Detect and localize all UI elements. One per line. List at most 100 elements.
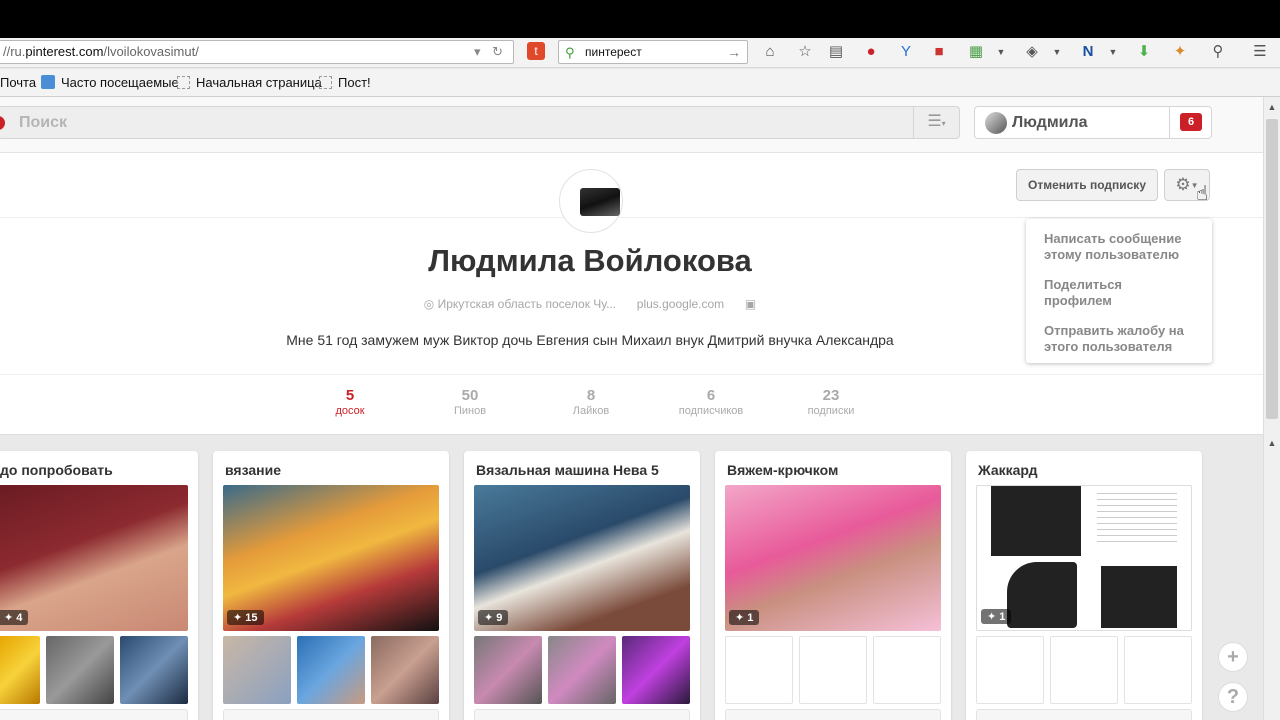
pinterest-logo-icon[interactable] — [0, 116, 5, 130]
board-follow-button[interactable] — [223, 709, 439, 720]
scroll-up-icon[interactable]: ▲ — [1264, 99, 1280, 115]
board-thumbnail[interactable] — [297, 636, 365, 704]
pin-count: ✦ 15 — [227, 610, 264, 625]
unfollow-button[interactable]: Отменить подписку — [1016, 169, 1158, 201]
chart-pattern — [1101, 566, 1177, 628]
stat-followers[interactable]: 6 подписчиков — [666, 387, 756, 417]
hand-cursor-icon: ☝ — [1196, 183, 1209, 205]
board-title: Вязальная машина Нева 5 — [476, 462, 659, 478]
board-thumbnail[interactable] — [0, 636, 40, 704]
board-title: Вяжем-крючком — [727, 462, 839, 478]
board-follow-button[interactable] — [0, 709, 188, 720]
pocket-icon[interactable]: ◈ — [1022, 42, 1042, 62]
bookmark-start-page[interactable]: Начальная страница — [177, 69, 322, 97]
pin-icon: ✦ — [484, 612, 494, 624]
stat-likes[interactable]: 8 Лайков — [546, 387, 636, 417]
stat-number: 5 — [345, 387, 355, 404]
bookmark-post[interactable]: Пост! — [319, 69, 371, 97]
search-icon[interactable]: ⚲ — [1208, 42, 1228, 62]
board-card[interactable]: Вязальная машина Нева 5 ✦ 9 — [464, 451, 700, 720]
menu-item-report[interactable]: Отправить жалобу на этого пользователя — [1044, 323, 1204, 355]
pinterest-icon[interactable]: ● — [861, 42, 881, 62]
bookmark-star-icon[interactable]: ☆ — [795, 42, 815, 62]
board-thumbnail-empty — [725, 636, 793, 704]
chart-pattern — [991, 486, 1081, 556]
notifications-badge: 6 — [1180, 113, 1202, 131]
menu-item-message[interactable]: Написать сообщение этому пользователю — [1044, 231, 1204, 263]
help-icon[interactable]: ? — [1218, 682, 1248, 712]
notifications-button[interactable]: 6 — [1169, 107, 1211, 138]
categories-menu-icon[interactable]: ☰▾ — [913, 107, 959, 138]
board-thumbnail[interactable] — [622, 636, 690, 704]
board-thumbnail-empty — [799, 636, 867, 704]
profile-website-link[interactable]: plus.google.com — [637, 297, 724, 311]
board-follow-button[interactable] — [976, 709, 1192, 720]
stat-pins[interactable]: 50 Пинов — [425, 387, 515, 417]
home-icon[interactable]: ⌂ — [760, 42, 780, 62]
extension-paw-icon[interactable]: ✦ — [1170, 42, 1190, 62]
board-thumbnail[interactable] — [120, 636, 188, 704]
chevron-down-icon[interactable]: ▼ — [1051, 42, 1063, 62]
board-thumbnail-empty — [976, 636, 1044, 704]
stat-label: подписки — [807, 405, 855, 417]
avatar-image — [580, 188, 620, 216]
extension-grid-icon[interactable]: ▦ — [966, 42, 986, 62]
extension-n-icon[interactable]: N — [1078, 42, 1098, 62]
bookmark-most-visited[interactable]: Часто посещаемые — [41, 69, 179, 97]
page-icon — [319, 76, 332, 89]
add-icon[interactable]: + — [1218, 642, 1248, 672]
extension-icon[interactable]: t — [527, 42, 545, 60]
board-cover[interactable]: ✦ 1 — [725, 485, 941, 631]
menu-item-share[interactable]: Поделиться профилем — [1044, 277, 1154, 309]
stat-label: Пинов — [453, 405, 487, 417]
extension-y-icon[interactable]: Y — [896, 42, 916, 62]
divider — [0, 217, 1263, 218]
window-titlebar — [0, 0, 1280, 38]
scroll-thumb[interactable] — [1266, 119, 1278, 419]
board-cover[interactable]: ✦ 15 — [223, 485, 439, 631]
board-card[interactable]: вязание ✦ 15 — [213, 451, 449, 720]
board-thumbnail[interactable] — [548, 636, 616, 704]
address-bar[interactable]: //ru.pinterest.com/lvoilokovasimut/ ▾ ↻ — [0, 40, 514, 64]
user-name: Людмила — [1012, 114, 1088, 131]
board-follow-button[interactable] — [474, 709, 690, 720]
chevron-down-icon[interactable]: ▼ — [1107, 42, 1119, 62]
stat-number: 6 — [706, 387, 716, 404]
board-card[interactable]: Вяжем-крючком ✦ 1 — [715, 451, 951, 720]
stat-following[interactable]: 23 подписки — [786, 387, 876, 417]
reading-list-icon[interactable]: ▤ — [826, 42, 846, 62]
profile-name: Людмила Войлокова — [428, 243, 752, 278]
download-icon[interactable]: ⬇ — [1134, 42, 1154, 62]
search-go-icon[interactable]: → — [727, 41, 741, 63]
facebook-icon[interactable]: ▣ — [745, 297, 756, 311]
extension-box-icon[interactable]: ■ — [928, 42, 950, 62]
page-scrollbar[interactable]: ▲ ▲ — [1263, 97, 1280, 720]
avatar — [985, 112, 1007, 134]
board-cover[interactable]: ✦ 4 — [0, 485, 188, 631]
user-menu[interactable]: Людмила 6 — [974, 106, 1212, 139]
search-box[interactable]: ⚲ пинтерест → — [558, 40, 748, 64]
site-search-input[interactable]: Поиск ☰▾ — [0, 106, 960, 139]
board-cover[interactable]: ✦ 9 — [474, 485, 690, 631]
page-icon — [41, 75, 55, 89]
board-title: вязание — [225, 462, 281, 478]
board-cover[interactable]: ✦ 1 — [976, 485, 1192, 631]
scroll-down-icon[interactable]: ▲ — [1264, 435, 1280, 451]
reload-icon[interactable]: ▾ ↻ — [474, 41, 507, 63]
board-card[interactable]: Жаккард ✦ 1 — [966, 451, 1202, 720]
url-host: pinterest.com — [25, 44, 104, 59]
stat-boards[interactable]: 5 досок — [305, 387, 395, 417]
board-thumbnail[interactable] — [223, 636, 291, 704]
bookmark-mail[interactable]: Почта — [0, 69, 36, 97]
board-thumbnail[interactable] — [474, 636, 542, 704]
stat-label: Лайков — [572, 405, 610, 417]
menu-icon[interactable]: ☰ — [1250, 42, 1270, 62]
url-path: /lvoilokovasimut/ — [103, 44, 199, 59]
board-thumbnail[interactable] — [46, 636, 114, 704]
board-thumbnail[interactable] — [371, 636, 439, 704]
pin-count: ✦ 9 — [478, 610, 509, 625]
chevron-down-icon[interactable]: ▼ — [995, 42, 1007, 62]
gear-icon: ⚙ — [1175, 175, 1191, 194]
board-card[interactable]: до попробовать ✦ 4 — [0, 451, 198, 720]
board-follow-button[interactable] — [725, 709, 941, 720]
